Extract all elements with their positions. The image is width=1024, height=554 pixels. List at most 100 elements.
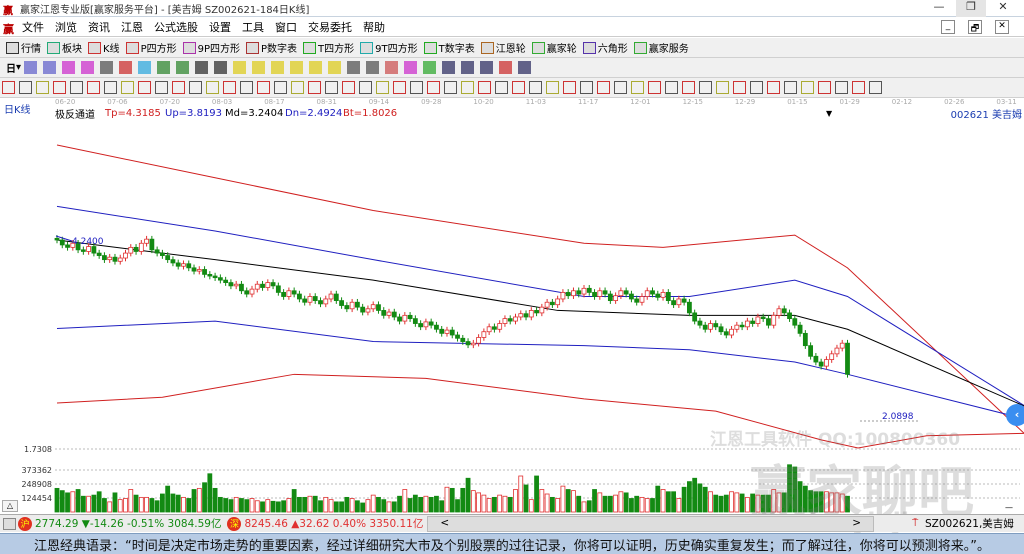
tool-icon[interactable] — [100, 61, 114, 74]
tool-icon[interactable] — [767, 81, 780, 94]
toolbar-dollar[interactable]: 赢家服务 — [633, 40, 689, 55]
toolbar-hexagon[interactable]: 六角形 — [582, 40, 628, 55]
tool-icon[interactable] — [580, 81, 593, 94]
tool-icon[interactable] — [801, 81, 814, 94]
mdi-minimize-button[interactable]: _ — [941, 19, 955, 34]
tool-icon[interactable] — [308, 81, 321, 94]
toolbar-p-square[interactable]: P四方形 — [125, 40, 177, 55]
tool-icon[interactable] — [104, 81, 117, 94]
tool-icon[interactable] — [376, 81, 389, 94]
tool-icon[interactable] — [223, 81, 236, 94]
tool-icon[interactable] — [70, 81, 83, 94]
tool-icon[interactable] — [499, 61, 513, 74]
tool-icon[interactable] — [733, 81, 746, 94]
tool-icon[interactable] — [427, 81, 440, 94]
toolbar-gann-wheel[interactable]: 江恩轮 — [480, 40, 526, 55]
tool-icon[interactable] — [233, 61, 247, 74]
tool-icon[interactable] — [546, 81, 559, 94]
tool-icon[interactable] — [138, 81, 151, 94]
tool-icon[interactable] — [172, 81, 185, 94]
tool-icon[interactable] — [240, 81, 253, 94]
tool-icon[interactable] — [206, 81, 219, 94]
tool-icon[interactable] — [682, 81, 695, 94]
tool-icon[interactable] — [597, 81, 610, 94]
tool-icon[interactable] — [852, 81, 865, 94]
tool-icon[interactable] — [648, 81, 661, 94]
tool-icon[interactable] — [24, 61, 38, 74]
tool-icon[interactable] — [461, 81, 474, 94]
tool-icon[interactable] — [19, 81, 32, 94]
tool-icon[interactable] — [290, 61, 304, 74]
menu-item[interactable]: 资讯 — [88, 19, 110, 35]
tool-icon[interactable] — [393, 81, 406, 94]
menu-item[interactable]: 交易委托 — [308, 19, 352, 35]
tool-icon[interactable] — [155, 81, 168, 94]
menu-item[interactable]: 文件 — [22, 19, 44, 35]
tool-icon[interactable] — [271, 61, 285, 74]
toolbar-winner-wheel[interactable]: 赢家轮 — [531, 40, 577, 55]
tool-icon[interactable] — [835, 81, 848, 94]
tool-icon[interactable] — [410, 81, 423, 94]
tool-icon[interactable] — [359, 81, 372, 94]
tool-icon[interactable] — [119, 61, 133, 74]
tool-icon[interactable] — [138, 61, 152, 74]
close-button[interactable]: ✕ — [988, 0, 1018, 17]
tool-icon[interactable] — [385, 61, 399, 74]
tool-icon[interactable] — [252, 61, 266, 74]
tool-icon[interactable] — [480, 61, 494, 74]
tool-icon[interactable] — [62, 61, 76, 74]
tool-icon[interactable] — [699, 81, 712, 94]
toolbar-t-number[interactable]: T数字表 — [423, 40, 475, 55]
tool-icon[interactable] — [195, 61, 209, 74]
tool-icon[interactable] — [444, 81, 457, 94]
tool-icon[interactable] — [478, 81, 491, 94]
toolbar-p-number[interactable]: P数字表 — [246, 40, 297, 55]
menu-item[interactable]: 帮助 — [363, 19, 385, 35]
tool-icon[interactable] — [328, 61, 342, 74]
menu-item[interactable]: 窗口 — [275, 19, 297, 35]
menu-item[interactable]: 江恩 — [121, 19, 143, 35]
tool-icon[interactable] — [53, 81, 66, 94]
tool-icon[interactable] — [442, 61, 456, 74]
tool-icon[interactable] — [2, 81, 15, 94]
tool-icon[interactable] — [518, 61, 532, 74]
toolbar-9p-square[interactable]: 9P四方形 — [182, 40, 240, 55]
tool-icon[interactable] — [157, 61, 171, 74]
mdi-close-button[interactable]: ✕ — [995, 19, 1009, 34]
tool-icon[interactable] — [342, 81, 355, 94]
toolbar-t-square[interactable]: T四方形 — [303, 40, 354, 55]
tool-icon[interactable] — [563, 81, 576, 94]
tool-icon[interactable] — [36, 81, 49, 94]
tool-icon[interactable] — [423, 61, 437, 74]
minus-button[interactable]: — — [1005, 503, 1013, 512]
minimize-button[interactable]: — — [924, 0, 954, 17]
tool-icon[interactable] — [750, 81, 763, 94]
tool-icon[interactable] — [214, 61, 228, 74]
tool-icon[interactable] — [347, 61, 361, 74]
toolbar-9t-square[interactable]: 9T四方形 — [360, 40, 418, 55]
tool-icon[interactable] — [257, 81, 270, 94]
period-select[interactable]: 日 ▾ — [6, 60, 21, 75]
keyboard-icon[interactable] — [3, 517, 16, 530]
tool-icon[interactable] — [325, 81, 338, 94]
tool-icon[interactable] — [43, 61, 57, 74]
tool-icon[interactable] — [818, 81, 831, 94]
tool-icon[interactable] — [176, 61, 190, 74]
tool-icon[interactable] — [189, 81, 202, 94]
tool-icon[interactable] — [366, 61, 380, 74]
toolbar-sector[interactable]: 板块 — [47, 40, 82, 55]
menu-item[interactable]: 公式选股 — [154, 19, 198, 35]
scroll-left-button[interactable]: < — [440, 517, 449, 531]
tool-icon[interactable] — [631, 81, 644, 94]
tool-icon[interactable] — [784, 81, 797, 94]
tool-icon[interactable] — [869, 81, 882, 94]
tool-icon[interactable] — [529, 81, 542, 94]
kline-chart[interactable]: 1244542489083733621.73084.24002.0898 — [0, 118, 1024, 514]
tool-icon[interactable] — [291, 81, 304, 94]
mdi-restore-button[interactable]: 🗗 — [968, 19, 982, 34]
tool-icon[interactable] — [665, 81, 678, 94]
tool-icon[interactable] — [81, 61, 95, 74]
menu-item[interactable]: 浏览 — [55, 19, 77, 35]
horizontal-scrollbar[interactable]: < > — [427, 515, 874, 532]
tool-icon[interactable] — [461, 61, 475, 74]
